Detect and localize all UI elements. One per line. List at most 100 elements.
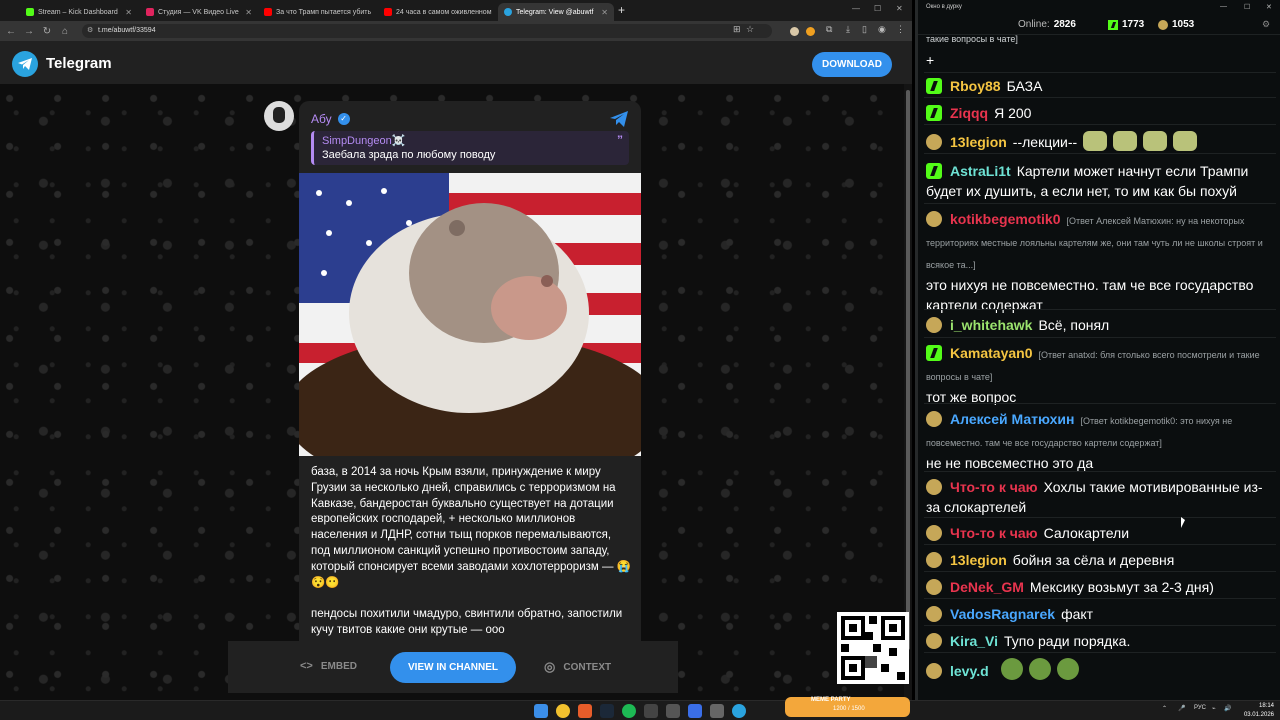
- translate-icon[interactable]: ⊞: [733, 24, 741, 35]
- embed-label: EMBED: [320, 660, 357, 672]
- chat-username[interactable]: 13legion: [950, 552, 1007, 568]
- post-photo[interactable]: [299, 173, 641, 456]
- telegram-logo-icon[interactable]: [12, 51, 38, 77]
- download-icon[interactable]: ⤓: [846, 24, 850, 35]
- chat-username[interactable]: Что-то к чаю: [950, 479, 1038, 495]
- maximize-icon[interactable]: ☐: [1244, 3, 1250, 11]
- chrome-icon[interactable]: [556, 704, 570, 718]
- steam-icon[interactable]: [600, 704, 614, 718]
- telegram-brand[interactable]: Telegram: [46, 55, 112, 72]
- forward-icon[interactable]: →: [22, 26, 36, 37]
- telegram-share-icon[interactable]: [609, 110, 629, 128]
- minimize-icon[interactable]: —: [852, 4, 860, 13]
- app-icon[interactable]: [688, 704, 702, 718]
- bookmark-star-icon[interactable]: ☆: [746, 24, 754, 35]
- chat-username[interactable]: Алексей Матюхин: [950, 411, 1074, 427]
- site-info-icon[interactable]: ⚙: [87, 24, 93, 38]
- chat-message: 13legion бойня за сёла и деревня: [926, 550, 1276, 570]
- chat-username[interactable]: 13legion: [950, 134, 1007, 150]
- app-icon[interactable]: [644, 704, 658, 718]
- emote-value: 1053: [1172, 19, 1195, 30]
- maximize-icon[interactable]: ☐: [874, 4, 881, 13]
- menu-icon[interactable]: ⋮: [896, 24, 905, 35]
- chat-divider: [924, 337, 1276, 338]
- extension-icon[interactable]: [806, 27, 815, 36]
- chat-username[interactable]: Kira_Vi: [950, 633, 998, 649]
- page-scrollbar[interactable]: [904, 84, 912, 700]
- chat-divider: [924, 571, 1276, 572]
- spotify-icon[interactable]: [622, 704, 636, 718]
- network-icon[interactable]: ⌁: [1212, 705, 1216, 712]
- user-emote-badge-icon: [926, 552, 942, 568]
- post-text: база, в 2014 за ночь Крым взяли, принужд…: [311, 465, 633, 639]
- youtube-favicon-icon: [384, 8, 392, 16]
- stream-chat-window: Окно в дурку — ☐ ✕ Online: 2826 1773 105…: [915, 0, 1280, 700]
- home-icon[interactable]: ⌂: [58, 26, 72, 37]
- tab-kick-dashboard[interactable]: Stream – Kick Dashboard ✕: [20, 3, 138, 21]
- tab-vk-studio[interactable]: Студия — VK Видео Live ✕: [140, 3, 258, 21]
- chat-message-text: это нихуя не повсеместно. там че все гос…: [926, 277, 1254, 313]
- system-clock[interactable]: 18:14 03.01.2026: [1240, 702, 1274, 720]
- tab-youtube-trump[interactable]: За что Трамп пытается убить ✕: [258, 3, 376, 21]
- chat-message: Алексей Матюхин [Ответ kotikbegemotik0: э…: [926, 409, 1276, 473]
- chat-username[interactable]: i_whitehawk: [950, 317, 1032, 333]
- extensions-puzzle-icon[interactable]: ⧉: [826, 24, 832, 35]
- chat-username[interactable]: Что-то к чаю: [950, 525, 1038, 541]
- channel-avatar[interactable]: [264, 101, 294, 131]
- chat-message-fragment: такие вопросы в чате]: [926, 34, 1018, 44]
- close-window-icon[interactable]: ✕: [1266, 3, 1272, 11]
- settings-gear-icon[interactable]: ⚙: [1262, 19, 1270, 30]
- url-field[interactable]: ⚙ t.me/abuwtf/33594: [82, 24, 772, 38]
- tab-close-icon[interactable]: ✕: [245, 8, 252, 17]
- start-icon[interactable]: [534, 704, 548, 718]
- reload-icon[interactable]: ↻: [40, 26, 54, 37]
- obs-icon[interactable]: [666, 704, 680, 718]
- tab-telegram[interactable]: Telegram: View @abuwtf ✕: [498, 3, 614, 21]
- scroll-thumb[interactable]: [906, 90, 910, 650]
- chat-message: Kira_Vi Тупо ради порядка.: [926, 631, 1276, 651]
- view-in-channel-button[interactable]: VIEW IN CHANNEL: [390, 652, 516, 683]
- tab-close-icon[interactable]: ✕: [125, 8, 132, 17]
- chat-divider: [924, 203, 1276, 204]
- tab-youtube-24h[interactable]: 24 часа в самом оживленном ✕: [378, 3, 496, 21]
- tab-close-icon[interactable]: ✕: [375, 8, 376, 17]
- chat-username[interactable]: VadosRagnarek: [950, 606, 1055, 622]
- chat-divider: [924, 517, 1276, 518]
- browser-window: Stream – Kick Dashboard ✕ Студия — VK Ви…: [0, 0, 912, 700]
- tab-close-icon[interactable]: ✕: [601, 8, 608, 17]
- telegram-favicon-icon: [504, 8, 512, 16]
- chat-username[interactable]: Rboy88: [950, 78, 1001, 94]
- chat-username[interactable]: DeNek_GM: [950, 579, 1024, 595]
- chat-username[interactable]: levy.d: [950, 663, 989, 679]
- tab-title: 24 часа в самом оживленном: [396, 8, 492, 16]
- chat-username[interactable]: Kamatayan0: [950, 345, 1033, 361]
- language-indicator[interactable]: РУС: [1194, 705, 1206, 711]
- back-icon[interactable]: ←: [4, 26, 18, 37]
- reply-author: SimpDungeon☠️: [322, 135, 406, 147]
- minimize-icon[interactable]: —: [1220, 3, 1227, 10]
- author-name[interactable]: Абу: [311, 112, 332, 126]
- close-window-icon[interactable]: ✕: [896, 4, 903, 13]
- sidebar-icon[interactable]: ▯: [862, 24, 867, 35]
- chat-username[interactable]: kotikbegemotik0: [950, 211, 1060, 227]
- chat-message-text: Всё, понял: [1038, 317, 1110, 333]
- context-button[interactable]: ◎ CONTEXT: [544, 659, 611, 675]
- post-paragraph: пендосы похитили чмадуро, свинтили обрат…: [311, 608, 623, 637]
- download-button[interactable]: DOWNLOAD: [812, 52, 892, 77]
- embed-button[interactable]: <> EMBED: [300, 660, 357, 672]
- app-icon[interactable]: [578, 704, 592, 718]
- youtube-favicon-icon: [264, 8, 272, 16]
- reply-quote[interactable]: SimpDungeon☠️ Заебала зрада по любому по…: [311, 131, 629, 165]
- chat-message: Что-то к чаю Хохлы такие мотивированные и…: [926, 477, 1276, 517]
- post-author[interactable]: Абу ✓: [311, 112, 350, 126]
- volume-icon[interactable]: 🔊: [1224, 705, 1231, 712]
- chat-username[interactable]: AstraLi1t: [950, 163, 1011, 179]
- profile-icon[interactable]: ◉: [878, 24, 886, 35]
- microphone-icon[interactable]: 🎤: [1178, 705, 1185, 712]
- chat-username[interactable]: Ziqqq: [950, 105, 988, 121]
- telegram-icon[interactable]: [732, 704, 746, 718]
- app-icon[interactable]: [710, 704, 724, 718]
- extension-icon[interactable]: [790, 27, 799, 36]
- new-tab-button[interactable]: +: [618, 3, 625, 17]
- tray-chevron-icon[interactable]: ⌃: [1162, 705, 1167, 712]
